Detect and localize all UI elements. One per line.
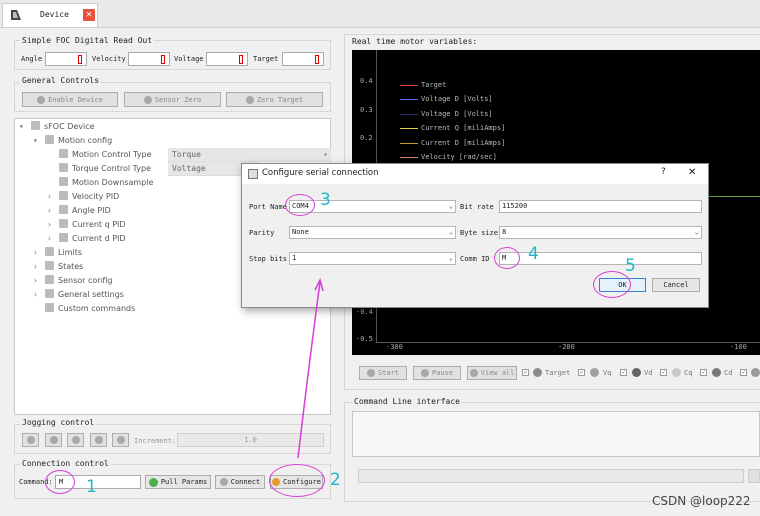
- annotation-number: 1: [86, 477, 97, 497]
- annotation-circle: [269, 464, 325, 497]
- annotation-overlay: [297, 277, 324, 459]
- annotation-number: 2: [330, 470, 341, 490]
- annotation-circle: [494, 247, 520, 269]
- annotation-number: 5: [625, 256, 636, 276]
- watermark: CSDN @loop222: [652, 494, 751, 508]
- annotation-number: 3: [320, 190, 331, 210]
- annotation-circle: [285, 194, 315, 216]
- annotation-circle: [45, 470, 75, 494]
- annotation-number: 4: [528, 244, 539, 264]
